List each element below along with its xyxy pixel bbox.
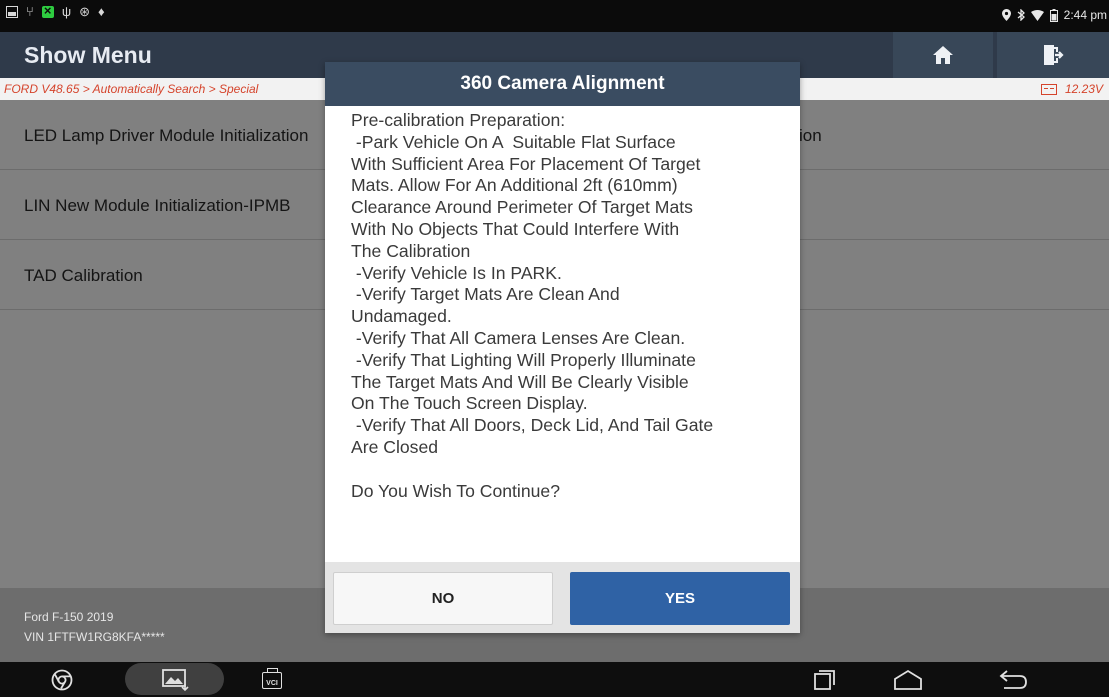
no-button[interactable]: NO xyxy=(333,572,553,625)
dialog-line: -Verify That All Doors, Deck Lid, And Ta… xyxy=(351,415,714,436)
usb-icon: ⑂ xyxy=(26,4,34,19)
dialog-line: Clearance Around Perimeter Of Target Mat… xyxy=(351,197,693,218)
dialog-title: 360 Camera Alignment xyxy=(460,73,665,94)
dialog-message: Pre-calibration Preparation: -Park Vehic… xyxy=(351,110,791,503)
chrome-button[interactable] xyxy=(47,667,77,693)
image-notification-icon xyxy=(6,6,18,18)
vehicle-vin: VIN 1FTFW1RG8KFA***** xyxy=(24,630,165,644)
voltage-indicator: 12.23V xyxy=(1040,82,1103,96)
dialog-line: The Calibration xyxy=(351,240,471,261)
dialog-line: Pre-calibration Preparation: xyxy=(351,110,566,130)
vci-button[interactable]: VCI xyxy=(257,667,287,693)
back-button[interactable] xyxy=(997,667,1029,693)
status-bar: ⑂ ψ ⊛ ♦ 2:44 pm xyxy=(0,0,1109,32)
home-nav-button[interactable] xyxy=(890,667,926,693)
vci-icon: VCI xyxy=(262,667,282,689)
bluetooth-icon xyxy=(1017,9,1025,21)
dialog-question: Do You Wish To Continue? xyxy=(351,480,560,501)
dialog-line: On The Touch Screen Display. xyxy=(351,393,588,414)
car-battery-icon xyxy=(1040,83,1057,95)
home-icon xyxy=(933,46,953,64)
dialog-line: Are Closed xyxy=(351,436,439,457)
gallery-icon xyxy=(162,669,189,692)
dialog-line: -Park Vehicle On A Suitable Flat Surface xyxy=(351,131,676,152)
dialog-line: With Sufficient Area For Placement Of Ta… xyxy=(351,153,701,174)
recents-icon xyxy=(814,670,835,690)
dialog-spacer xyxy=(351,459,791,481)
usb-debug-icon: ψ xyxy=(61,4,72,19)
accessibility-icon: ⊛ xyxy=(79,4,90,19)
menu-item-label: LIN New Module Initialization-IPMB xyxy=(24,196,291,215)
gallery-button[interactable] xyxy=(158,667,192,693)
camera-alignment-dialog: 360 Camera Alignment Pre-calibration Pre… xyxy=(325,62,800,633)
chrome-icon xyxy=(51,669,73,691)
dialog-line: -Verify That All Camera Lenses Are Clean… xyxy=(351,327,686,348)
exit-icon xyxy=(1044,45,1064,65)
home-nav-icon xyxy=(894,669,922,690)
vehicle-model: Ford F-150 2019 xyxy=(24,610,114,624)
dialog-footer: NO YES xyxy=(325,562,800,633)
menu-item-label: TAD Calibration xyxy=(24,266,143,285)
recents-button[interactable] xyxy=(810,667,840,693)
yes-button-label: YES xyxy=(664,590,695,607)
back-icon xyxy=(999,670,1027,689)
menu-item-label-right: ion xyxy=(799,126,822,145)
yes-button[interactable]: YES xyxy=(570,572,790,625)
navigation-bar: VCI xyxy=(0,662,1109,697)
status-right-icons: 2:44 pm xyxy=(1001,8,1107,22)
no-button-label: NO xyxy=(431,590,455,607)
page-title: Show Menu xyxy=(24,42,152,68)
green-app-icon xyxy=(41,3,54,18)
vci-label: VCI xyxy=(266,679,278,687)
dialog-line: -Verify Target Mats Are Clean And xyxy=(351,284,620,305)
dialog-line: With No Objects That Could Interfere Wit… xyxy=(351,218,680,239)
dialog-line: Undamaged. xyxy=(351,306,452,327)
dialog-line: -Verify That Lighting Will Properly Illu… xyxy=(351,349,696,370)
dialog-line: The Target Mats And Will Be Clearly Visi… xyxy=(351,371,689,392)
wifi-icon xyxy=(1030,9,1044,21)
breadcrumb: FORD V48.65 > Automatically Search > Spe… xyxy=(4,82,259,96)
home-button[interactable] xyxy=(893,32,993,78)
status-time: 2:44 pm xyxy=(1063,8,1107,22)
status-left-icons: ⑂ ψ ⊛ ♦ xyxy=(6,3,105,19)
dialog-line: Mats. Allow For An Additional 2ft (610mm… xyxy=(351,175,678,196)
location-icon xyxy=(1001,9,1011,21)
voltage-value: 12.23V xyxy=(1064,82,1103,96)
exit-button[interactable] xyxy=(997,32,1109,78)
dialog-header: 360 Camera Alignment xyxy=(325,62,800,106)
battery-status-icon xyxy=(1049,8,1058,22)
android-debug-icon: ♦ xyxy=(98,4,105,19)
menu-item-label: LED Lamp Driver Module Initialization xyxy=(24,126,309,145)
dialog-line: -Verify Vehicle Is In PARK. xyxy=(351,262,562,283)
